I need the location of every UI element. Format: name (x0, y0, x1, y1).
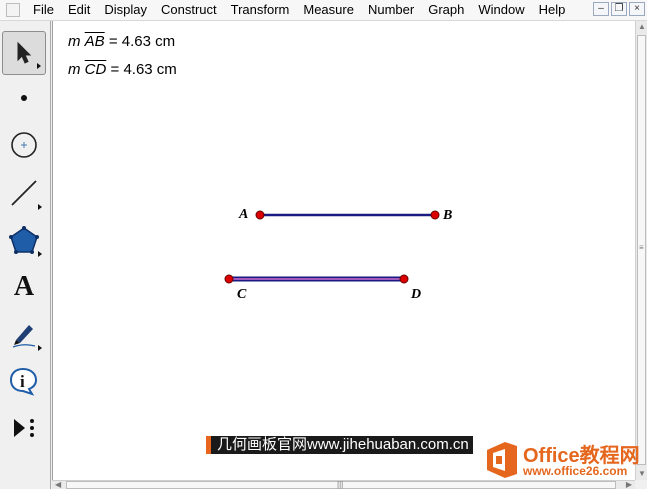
line-icon (11, 180, 37, 206)
polygon-tool[interactable] (2, 218, 46, 262)
grip-icon: ||| (337, 480, 344, 489)
close-button[interactable]: × (629, 2, 645, 16)
minimize-button[interactable]: – (593, 2, 609, 16)
text-icon: A (13, 271, 35, 302)
point-a[interactable] (255, 210, 265, 220)
point-b[interactable] (430, 210, 440, 220)
point-tool[interactable] (2, 76, 46, 120)
more-arrow-icon (38, 251, 42, 257)
info-icon: i (9, 367, 38, 396)
sketch-canvas[interactable]: m AB = 4.63 cm m CD = 4.63 cm A B C D (52, 21, 636, 480)
text-tool[interactable]: A (2, 265, 46, 309)
marker-tool[interactable] (2, 312, 46, 356)
point-icon (21, 95, 27, 101)
information-tool[interactable]: i (2, 359, 46, 403)
arrow-icon (17, 41, 32, 64)
menu-window[interactable]: Window (471, 0, 531, 20)
menu-bar: File Edit Display Construct Transform Me… (0, 0, 647, 21)
grip-icon: ≡ (639, 243, 644, 252)
scroll-left-icon[interactable]: ◀ (55, 481, 61, 489)
vertical-scroll-thumb[interactable]: ≡ (637, 35, 646, 465)
label-b[interactable]: B (443, 208, 452, 224)
more-arrow-icon (37, 63, 41, 69)
label-d[interactable]: D (411, 287, 421, 303)
label-c[interactable]: C (237, 287, 246, 303)
restore-button[interactable]: ❐ (611, 2, 627, 16)
scroll-right-icon[interactable]: ▶ (626, 481, 632, 489)
point-c[interactable] (224, 274, 234, 284)
app-icon[interactable] (6, 3, 20, 17)
menu-measure[interactable]: Measure (296, 0, 361, 20)
toolbox: A i (0, 21, 51, 489)
menu-number[interactable]: Number (361, 0, 421, 20)
brand-url: www.office26.com (523, 464, 628, 478)
circle-icon (11, 132, 37, 158)
menu-construct[interactable]: Construct (154, 0, 224, 20)
menu-graph[interactable]: Graph (421, 0, 471, 20)
play-more-icon (14, 419, 34, 437)
marker-icon (12, 325, 36, 348)
custom-tool[interactable] (2, 406, 46, 450)
geometry-layer (224, 210, 440, 284)
info-glyph: i (20, 372, 25, 391)
watermark-jihehuaban: 几何画板官网www.jihehuaban.com.cn (206, 436, 473, 454)
arrow-tool[interactable] (2, 31, 46, 75)
straightedge-tool[interactable] (2, 171, 46, 215)
vertical-scrollbar[interactable]: ▲ ≡ ▼ (635, 21, 647, 480)
horizontal-scroll-thumb[interactable]: ||| (66, 481, 616, 489)
pentagon-icon (9, 226, 39, 254)
scroll-up-icon[interactable]: ▲ (638, 23, 646, 31)
office-logo-icon (487, 442, 517, 478)
more-arrow-icon (38, 345, 42, 351)
menu-transform[interactable]: Transform (224, 0, 297, 20)
point-d[interactable] (399, 274, 409, 284)
window-controls: – ❐ × (593, 2, 645, 16)
more-arrow-icon (38, 204, 42, 210)
menu-help[interactable]: Help (532, 0, 573, 20)
menu-file[interactable]: File (26, 0, 61, 20)
watermark-office26: Office教程网 www.office26.com (483, 438, 643, 482)
label-a[interactable]: A (239, 207, 248, 223)
menu-display[interactable]: Display (97, 0, 154, 20)
menu-edit[interactable]: Edit (61, 0, 97, 20)
compass-tool[interactable] (2, 123, 46, 167)
